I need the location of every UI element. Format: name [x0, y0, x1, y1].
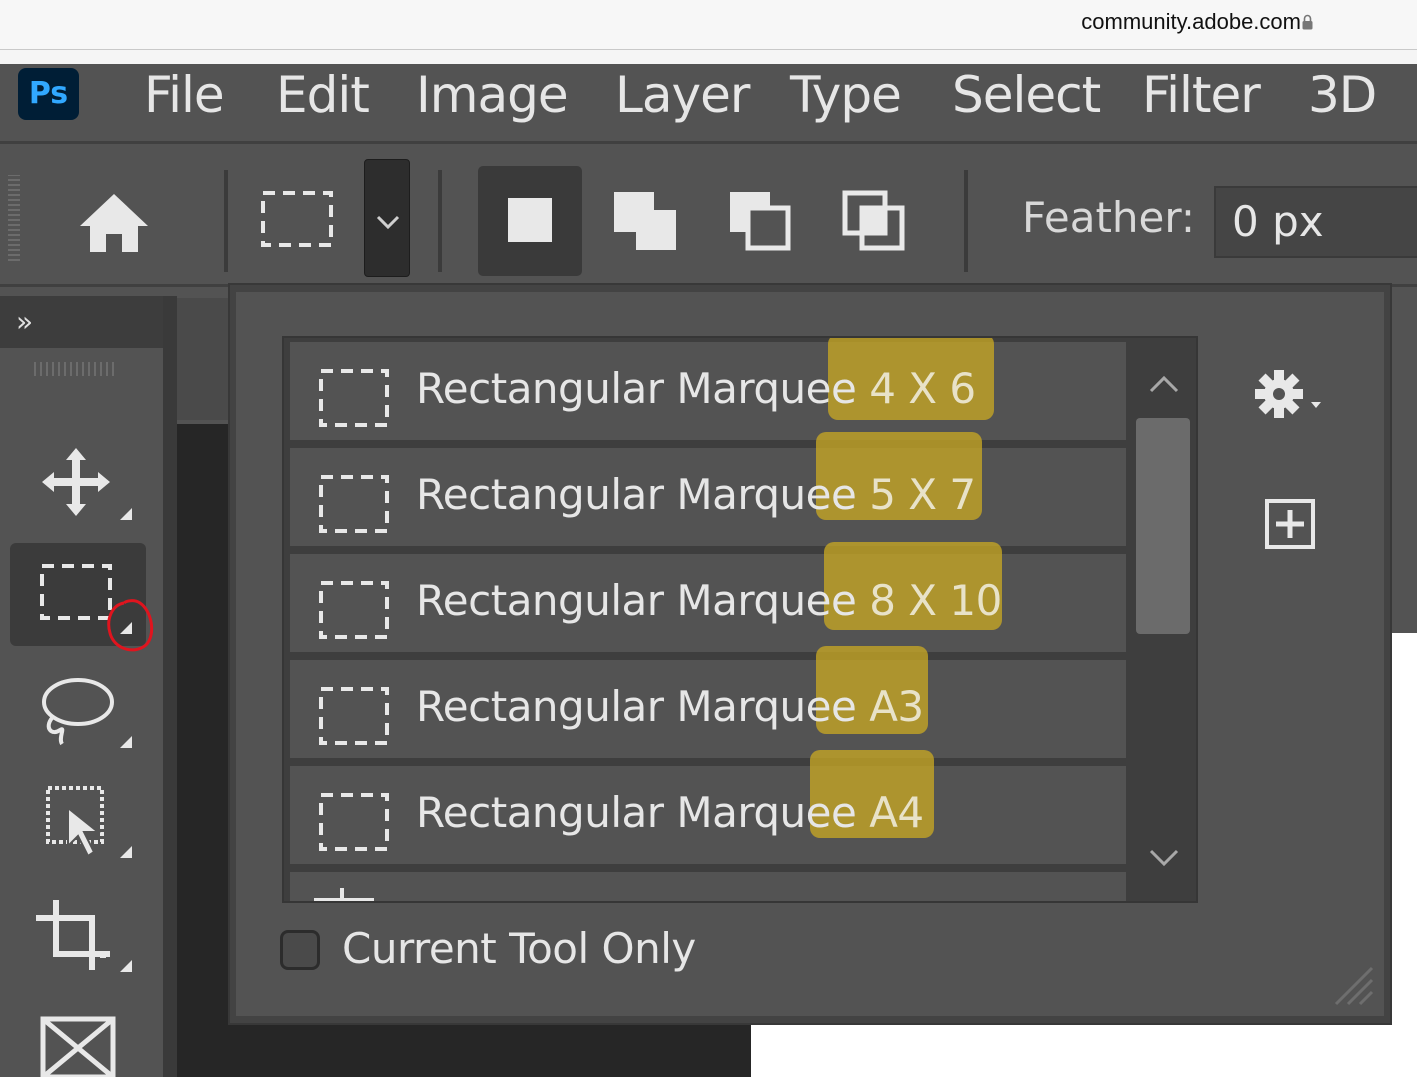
- add-selection-icon[interactable]: [612, 190, 680, 252]
- preset-label: Rectangular Marquee 5 X 7: [416, 470, 976, 519]
- preset-label: Rectangular Marquee 4 X 6: [416, 364, 976, 413]
- scroll-down-icon[interactable]: [1148, 848, 1180, 868]
- feather-input[interactable]: 0 px: [1214, 186, 1417, 258]
- menu-edit[interactable]: Edit: [276, 66, 370, 124]
- menu-select[interactable]: Select: [952, 66, 1101, 124]
- browser-address-bar[interactable]: community.adobe.com: [0, 0, 1417, 50]
- rectangular-marquee-preset-icon: [319, 687, 389, 745]
- options-bar-grip[interactable]: [8, 175, 20, 261]
- list-item[interactable]: [290, 872, 1126, 901]
- document-canvas: [751, 1024, 1417, 1077]
- menu-bar: Ps File Edit Image Layer Type Select Fil…: [0, 64, 1417, 144]
- frame-tool-icon[interactable]: [40, 1016, 120, 1077]
- current-tool-only-checkbox[interactable]: [280, 930, 320, 970]
- resize-grip-icon[interactable]: [1326, 958, 1376, 1008]
- options-divider: [224, 170, 228, 272]
- lasso-tool-icon[interactable]: [38, 674, 138, 754]
- create-new-preset-icon[interactable]: [1264, 498, 1316, 550]
- panel-divider: [163, 296, 177, 1077]
- subtract-selection-icon[interactable]: [728, 190, 792, 252]
- crop-tool-icon[interactable]: [34, 898, 138, 978]
- preset-label: Rectangular Marquee A3: [416, 682, 924, 731]
- marquee-preset-icon[interactable]: [260, 190, 334, 248]
- rectangular-marquee-preset-icon: [319, 581, 389, 639]
- new-selection-button[interactable]: [478, 166, 582, 276]
- tools-panel-header: »: [0, 296, 163, 348]
- home-icon[interactable]: [76, 190, 152, 256]
- new-selection-icon: [508, 198, 552, 242]
- list-item[interactable]: Rectangular Marquee 4 X 6: [290, 338, 1126, 444]
- preset-label: Rectangular Marquee 8 X 10: [416, 576, 1002, 625]
- url-text: community.adobe.com: [1081, 9, 1301, 34]
- lock-icon: [1302, 14, 1313, 30]
- menu-3d[interactable]: 3D: [1308, 66, 1377, 124]
- photoshop-logo: Ps: [18, 68, 79, 120]
- menu-filter[interactable]: Filter: [1142, 66, 1261, 124]
- options-divider: [438, 170, 442, 272]
- object-selection-tool-icon[interactable]: [44, 784, 138, 864]
- rectangular-marquee-preset-icon: [319, 369, 389, 427]
- feather-label: Feather:: [1022, 193, 1196, 242]
- menu-layer[interactable]: Layer: [615, 66, 750, 124]
- move-tool-icon[interactable]: [40, 444, 136, 524]
- chevron-down-icon: [376, 215, 400, 230]
- scroll-up-icon[interactable]: [1148, 374, 1180, 394]
- menu-file[interactable]: File: [144, 66, 225, 124]
- intersect-selection-icon[interactable]: [842, 190, 908, 252]
- rectangular-marquee-preset-icon: [319, 475, 389, 533]
- rectangular-marquee-preset-icon: [319, 793, 389, 851]
- menu-image[interactable]: Image: [416, 66, 569, 124]
- tools-panel-grip[interactable]: [34, 362, 118, 376]
- tools-panel: »: [0, 296, 163, 1077]
- partial-preset-icon: [314, 888, 374, 901]
- preset-label: Rectangular Marquee A4: [416, 788, 924, 837]
- options-bar: [0, 147, 1417, 287]
- gear-icon[interactable]: [1255, 368, 1327, 420]
- list-item[interactable]: Rectangular Marquee 8 X 10: [290, 542, 1126, 656]
- list-item[interactable]: Rectangular Marquee A3: [290, 646, 1126, 762]
- current-tool-only-label: Current Tool Only: [342, 924, 696, 973]
- scrollbar-thumb[interactable]: [1136, 418, 1190, 634]
- preset-list: Rectangular Marquee 4 X 6 Rectangular Ma…: [282, 336, 1198, 903]
- expand-panel-icon[interactable]: »: [16, 305, 33, 338]
- options-divider: [964, 170, 968, 272]
- list-item[interactable]: Rectangular Marquee A4: [290, 750, 1126, 868]
- menu-type[interactable]: Type: [790, 66, 902, 124]
- annotation-circle: [107, 599, 154, 652]
- list-item[interactable]: Rectangular Marquee 5 X 7: [290, 432, 1126, 550]
- preset-picker-button[interactable]: [364, 159, 410, 277]
